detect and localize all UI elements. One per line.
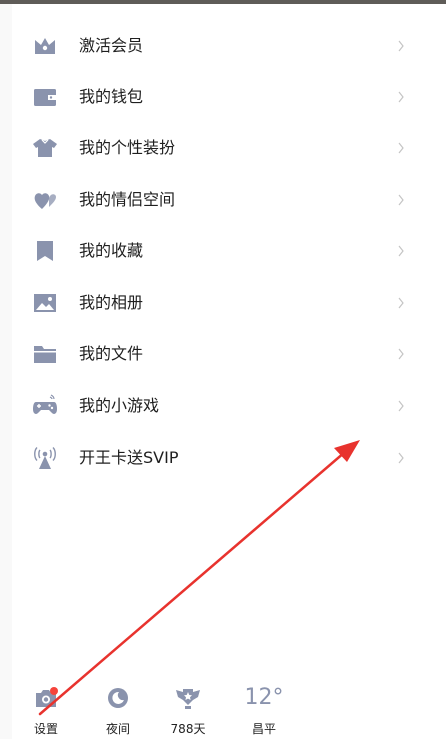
notification-badge (50, 687, 58, 695)
menu-item-mini-games[interactable]: 我的小游戏 (12, 380, 434, 432)
menu-item-wallet[interactable]: 我的钱包 (12, 71, 434, 123)
medal-wings-icon (176, 689, 200, 709)
menu-item-favorites[interactable]: 我的收藏 (12, 225, 434, 277)
weather-button[interactable]: 12° 昌平 (239, 684, 289, 737)
menu-item-label: 我的小游戏 (79, 396, 160, 415)
menu-item-label: 我的个性装扮 (79, 138, 176, 157)
menu-item-label: 我的收藏 (79, 241, 144, 260)
hearts-icon (34, 193, 56, 209)
chevron-right-icon (398, 348, 404, 360)
chevron-right-icon (398, 91, 404, 103)
city-label: 昌平 (251, 722, 276, 736)
menu-item-files[interactable]: 我的文件 (12, 328, 434, 380)
night-mode-button[interactable]: 夜间 (93, 684, 143, 737)
menu-item-wangka-svip[interactable]: 开王卡送SVIP (12, 432, 434, 484)
photo-icon (34, 294, 56, 312)
days-label: 788天 (170, 722, 206, 736)
menu-item-label: 激活会员 (79, 36, 144, 55)
chevron-right-icon (398, 194, 404, 206)
settings-button[interactable]: 设置 (21, 684, 71, 737)
signal-tower-icon (34, 447, 56, 469)
shirt-icon (33, 139, 57, 157)
chevron-right-icon (398, 245, 404, 257)
menu-item-label: 我的文件 (79, 344, 144, 363)
menu-item-label: 开王卡送SVIP (79, 448, 179, 467)
chevron-right-icon (398, 40, 404, 52)
temperature-value: 12° (244, 685, 284, 710)
chevron-right-icon (398, 400, 404, 412)
menu-item-personal-dressup[interactable]: 我的个性装扮 (12, 122, 434, 174)
bookmark-icon (37, 241, 53, 261)
settings-camera-icon (36, 687, 58, 707)
menu-item-label: 我的钱包 (79, 87, 144, 106)
night-label: 夜间 (105, 722, 130, 736)
menu-item-couple-space[interactable]: 我的情侣空间 (12, 174, 434, 226)
chevron-right-icon (398, 142, 404, 154)
chevron-right-icon (398, 297, 404, 309)
gamepad-icon (33, 394, 57, 414)
folder-icon (34, 346, 56, 363)
menu-item-activate-vip[interactable]: 激活会员 (12, 20, 434, 72)
menu-item-label: 我的相册 (79, 293, 144, 312)
wallet-icon (34, 89, 56, 106)
menu-item-album[interactable]: 我的相册 (12, 277, 434, 329)
moon-icon (108, 688, 128, 708)
crown-icon (35, 38, 55, 54)
settings-label: 设置 (33, 722, 58, 736)
menu-item-label: 我的情侣空间 (79, 190, 176, 209)
days-badge-button[interactable]: 788天 (163, 684, 213, 737)
chevron-right-icon (398, 452, 404, 464)
